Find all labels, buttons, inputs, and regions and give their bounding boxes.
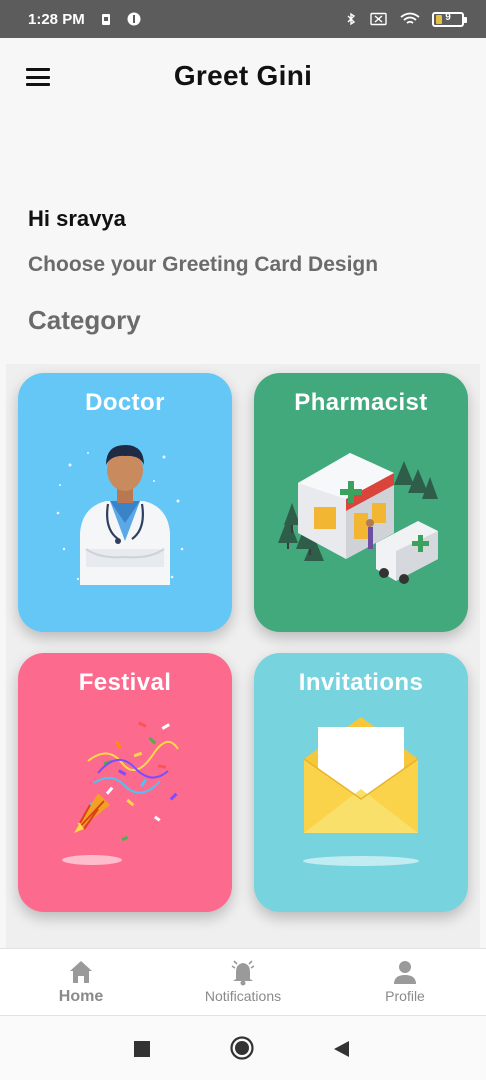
bluetooth-icon: [347, 12, 356, 26]
nav-label-home: Home: [58, 988, 104, 1005]
category-card-doctor[interactable]: Doctor: [18, 373, 232, 632]
greeting-text: Hi sravya: [28, 206, 126, 231]
app-title: Greet Gini: [173, 60, 313, 91]
square-icon[interactable]: [133, 1040, 151, 1058]
bottom-navigation: Home Notifications Profile: [0, 948, 486, 1016]
category-label: Invitations: [298, 669, 424, 696]
nav-label-notifications: Notifications: [204, 988, 282, 1004]
no-sim-icon: [370, 12, 387, 26]
status-bar: 1:28 PM 9: [0, 0, 486, 38]
section-title: Category: [28, 305, 141, 335]
notification-dot-icon: [127, 12, 141, 26]
subtitle-text: Choose your Greeting Card Design: [28, 253, 379, 276]
nav-item-profile[interactable]: Profile: [335, 957, 475, 1004]
nav-label-profile: Profile: [385, 988, 425, 1004]
category-card-invitations[interactable]: Invitations: [254, 653, 468, 912]
category-label: Doctor: [85, 389, 165, 416]
status-time: 1:28 PM: [28, 10, 85, 28]
home-icon: [70, 961, 92, 983]
category-card-festival[interactable]: Festival: [18, 653, 232, 912]
system-navigation-bar: [0, 1016, 486, 1080]
sim-icon: [101, 14, 110, 25]
triangle-back-icon[interactable]: [332, 1040, 350, 1058]
battery-icon: 9: [432, 11, 467, 27]
category-label: Pharmacist: [294, 389, 428, 416]
wifi-icon: [400, 12, 420, 24]
person-icon: [394, 961, 416, 984]
nav-item-home[interactable]: Home: [11, 957, 151, 1006]
category-label: Festival: [78, 669, 172, 696]
nav-item-notifications[interactable]: Notifications: [173, 957, 313, 1004]
category-card-pharmacist[interactable]: Pharmacist: [254, 373, 468, 632]
battery-level: 9: [445, 11, 451, 23]
bell-icon: [231, 960, 255, 986]
circle-icon[interactable]: [230, 1036, 254, 1060]
